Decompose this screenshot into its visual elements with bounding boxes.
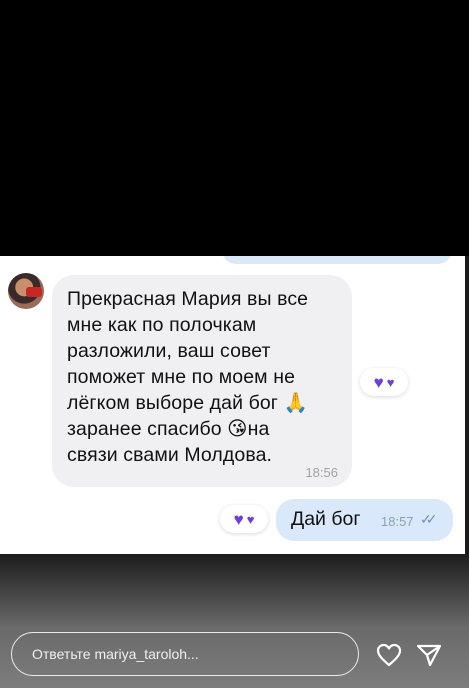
heart-outline-icon (376, 643, 402, 667)
outgoing-message-time: 18:57 (381, 514, 414, 529)
purple-heart-icon: ♥ (246, 511, 255, 527)
message-reaction: ♥ ♥ (220, 505, 268, 533)
outgoing-message-bubble: Дай бог 18:57 ✓✓ (276, 499, 453, 541)
avatar-detail (26, 287, 42, 297)
purple-heart-icon: ♥ (373, 372, 384, 392)
incoming-message-time: 18:56 (305, 465, 338, 480)
send-icon (416, 644, 442, 667)
outgoing-message-text: Дай бог (291, 508, 361, 530)
story-edge (465, 256, 469, 554)
incoming-message-bubble: Прекрасная Мария вы все мне как по полоч… (52, 275, 352, 487)
purple-heart-icon: ♥ (386, 374, 395, 390)
story-top-area (0, 0, 469, 256)
reply-placeholder: Ответьте mariya_taroloh... (32, 646, 199, 662)
story-screenshot: Прекрасная Мария вы все мне как по полоч… (0, 256, 465, 554)
previous-outgoing-bubble (222, 256, 452, 264)
send-button[interactable] (414, 640, 444, 670)
sender-avatar (8, 273, 44, 309)
purple-heart-icon: ♥ (233, 509, 244, 529)
read-checkmarks-icon: ✓✓ (420, 511, 438, 527)
reply-input[interactable]: Ответьте mariya_taroloh... (11, 632, 359, 676)
incoming-message-text: Прекрасная Мария вы все мне как по полоч… (67, 288, 309, 466)
like-button[interactable] (374, 640, 404, 670)
message-reaction: ♥ ♥ (360, 368, 408, 396)
